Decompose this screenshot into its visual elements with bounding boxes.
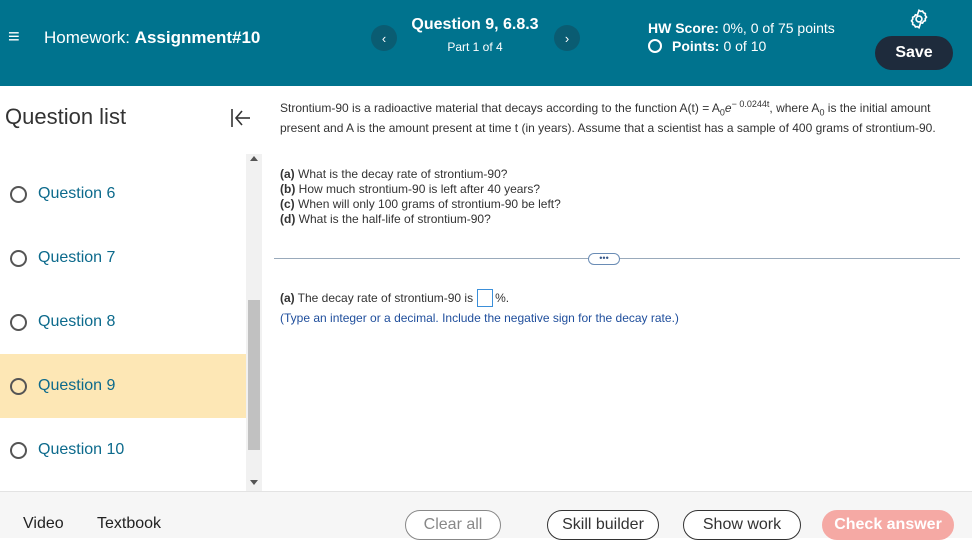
part-a: (a) What is the decay rate of strontium-… bbox=[280, 167, 561, 182]
answer-tag: (a) bbox=[280, 291, 295, 305]
show-work-button[interactable]: Show work bbox=[683, 510, 801, 540]
hw-score: HW Score: 0%, 0 of 75 points bbox=[648, 20, 835, 36]
part-text: What is the decay rate of strontium-90? bbox=[298, 167, 508, 181]
part-tag: (b) bbox=[280, 182, 296, 196]
question-title: Question 9, 6.8.3 bbox=[411, 16, 539, 33]
points-value: 0 of 10 bbox=[723, 38, 767, 54]
homework-prefix: Homework: bbox=[44, 28, 130, 47]
question-item-label: Question 8 bbox=[38, 313, 116, 330]
hw-score-value: 0%, 0 of 75 points bbox=[722, 20, 835, 36]
question-item-9[interactable]: Question 9 bbox=[0, 354, 246, 418]
question-list-panel: Question list Question 6 Question 7 Ques… bbox=[0, 86, 262, 491]
question-item-6[interactable]: Question 6 bbox=[0, 162, 246, 226]
question-list-scrollbar[interactable] bbox=[246, 154, 262, 491]
question-item-8[interactable]: Question 8 bbox=[0, 290, 246, 354]
answer-prompt: The decay rate of strontium-90 is bbox=[297, 291, 474, 305]
question-part: Part 1 of 4 bbox=[447, 40, 503, 54]
question-item-10[interactable]: Question 10 bbox=[0, 418, 246, 482]
euler-e: e bbox=[724, 101, 732, 115]
question-item-label: Question 9 bbox=[38, 377, 116, 394]
expand-more-button[interactable]: ••• bbox=[588, 253, 620, 265]
radio-circle-icon bbox=[10, 377, 27, 395]
hamburger-menu-icon[interactable]: ≡ bbox=[8, 27, 20, 47]
question-item-label: Question 10 bbox=[38, 441, 125, 458]
part-text: How much strontium-90 is left after 40 y… bbox=[298, 182, 541, 196]
scrollbar-thumb[interactable] bbox=[248, 300, 260, 450]
question-list: Question 6 Question 7 Question 8 Questio… bbox=[0, 162, 246, 491]
save-button[interactable]: Save bbox=[875, 36, 953, 70]
answer-unit: %. bbox=[495, 291, 510, 305]
part-tag: (c) bbox=[280, 197, 295, 211]
hw-score-label: HW Score: bbox=[648, 20, 719, 36]
question-list-title: Question list bbox=[5, 104, 127, 129]
radio-circle-icon bbox=[10, 441, 27, 459]
points-circle-icon bbox=[648, 39, 662, 53]
answer-hint: (Type an integer or a decimal. Include t… bbox=[280, 311, 679, 325]
question-item-label: Question 7 bbox=[38, 249, 116, 266]
question-parts: (a) What is the decay rate of strontium-… bbox=[280, 167, 561, 227]
part-text: What is the half-life of strontium-90? bbox=[298, 212, 491, 226]
textbook-link[interactable]: Textbook bbox=[97, 515, 161, 533]
homework-name: Assignment#10 bbox=[134, 28, 261, 47]
question-item-label: Question 6 bbox=[38, 185, 116, 202]
radio-circle-icon bbox=[10, 313, 27, 331]
next-question-button[interactable]: › bbox=[554, 25, 580, 51]
points: Points: 0 of 10 bbox=[648, 38, 766, 54]
skill-builder-button[interactable]: Skill builder bbox=[547, 510, 659, 540]
settings-gear-icon[interactable] bbox=[908, 8, 930, 30]
points-label: Points: bbox=[672, 38, 720, 54]
answer-input[interactable] bbox=[477, 289, 494, 307]
problem-statement: Strontium-90 is a radioactive material t… bbox=[280, 96, 952, 136]
question-content: Strontium-90 is a radioactive material t… bbox=[262, 86, 972, 491]
homework-title: Homework: Assignment#10 bbox=[44, 28, 260, 48]
part-tag: (d) bbox=[280, 212, 296, 226]
clear-all-button[interactable]: Clear all bbox=[405, 510, 501, 540]
radio-circle-icon bbox=[10, 249, 27, 267]
check-answer-button[interactable]: Check answer bbox=[822, 510, 954, 540]
video-link[interactable]: Video bbox=[23, 515, 64, 533]
problem-text-1: Strontium-90 is a radioactive material t… bbox=[280, 101, 720, 115]
problem-text-2: , where A bbox=[769, 101, 820, 115]
exponent: − 0.0244t bbox=[731, 99, 770, 109]
previous-question-button[interactable]: ‹ bbox=[371, 25, 397, 51]
collapse-panel-icon[interactable] bbox=[228, 106, 252, 130]
part-b: (b) How much strontium-90 is left after … bbox=[280, 182, 561, 197]
question-item-7[interactable]: Question 7 bbox=[0, 226, 246, 290]
scroll-up-arrow-icon[interactable] bbox=[250, 156, 258, 161]
scroll-down-arrow-icon[interactable] bbox=[250, 480, 258, 485]
bottom-toolbar: Video Textbook Clear all Skill builder S… bbox=[0, 491, 972, 540]
radio-circle-icon bbox=[10, 185, 27, 203]
part-tag: (a) bbox=[280, 167, 295, 181]
part-text: When will only 100 grams of strontium-90… bbox=[298, 197, 561, 211]
answer-line: (a) The decay rate of strontium-90 is %. bbox=[280, 289, 509, 307]
part-d: (d) What is the half-life of strontium-9… bbox=[280, 212, 561, 227]
part-c: (c) When will only 100 grams of strontiu… bbox=[280, 197, 561, 212]
top-header: ≡ Homework: Assignment#10 ‹ Question 9, … bbox=[0, 0, 972, 86]
